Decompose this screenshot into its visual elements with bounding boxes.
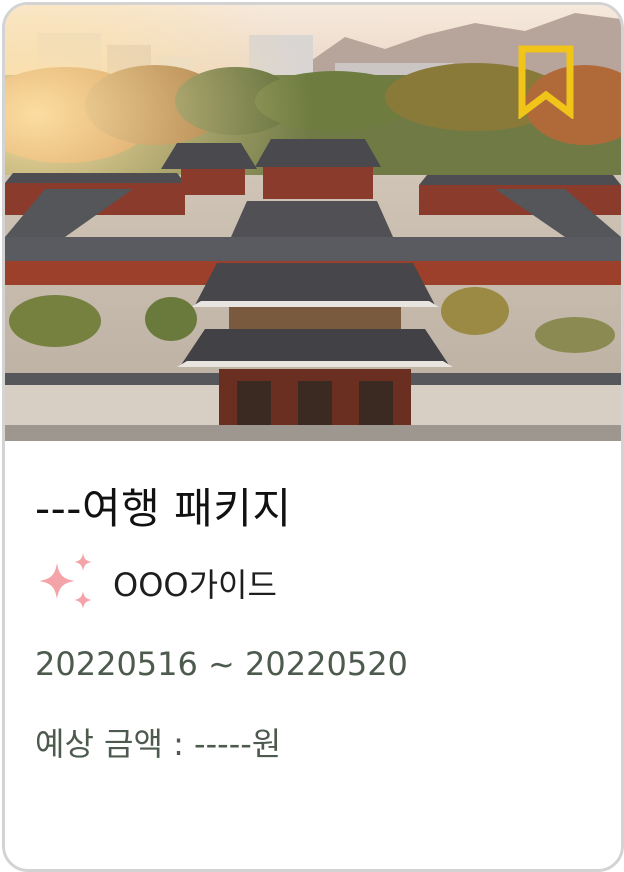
package-card[interactable]: ---여행 패키지 OOO가이드 20220516 ~ 20220520 예상 … (2, 2, 624, 872)
guide-row: OOO가이드 (33, 551, 277, 615)
travel-dates: 20220516 ~ 20220520 (35, 645, 408, 683)
estimated-price: 예상 금액 : -----원 (35, 725, 282, 763)
bookmark-icon[interactable] (517, 45, 575, 119)
guide-name: OOO가이드 (113, 566, 277, 604)
package-title: ---여행 패키지 (35, 484, 292, 533)
sparkle-icon (39, 553, 92, 609)
